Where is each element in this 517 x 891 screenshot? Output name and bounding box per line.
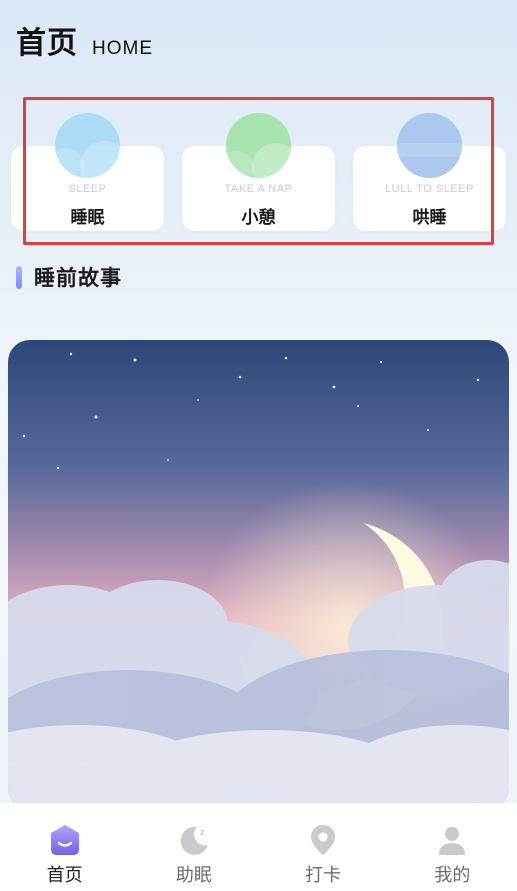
tab-checkin-label: 打卡 — [305, 865, 342, 886]
tab-sleep-aid[interactable]: z 助眠 — [129, 803, 258, 891]
location-pin-icon — [311, 825, 336, 855]
tab-mine[interactable]: 我的 — [388, 803, 517, 891]
story-banner[interactable] — [8, 340, 509, 810]
section-header: 睡前故事 — [16, 262, 122, 292]
page-header: 首页 HOME — [16, 26, 153, 62]
tab-mine-label: 我的 — [434, 865, 471, 886]
night-sky-moon-clouds-image — [8, 340, 509, 810]
highlight-box — [23, 97, 494, 245]
tab-checkin[interactable]: 打卡 — [259, 803, 388, 891]
home-icon — [50, 825, 79, 855]
tab-sleep-aid-label: 助眠 — [175, 865, 212, 886]
svg-text:z: z — [200, 827, 205, 837]
page-subtitle: HOME — [92, 38, 153, 59]
page-title: 首页 — [16, 26, 78, 61]
section-accent-bar — [16, 265, 22, 289]
section-title: 睡前故事 — [34, 266, 122, 290]
tab-home[interactable]: 首页 — [0, 803, 129, 891]
bottom-tab-bar: 首页 z 助眠 打卡 我的 — [0, 803, 517, 891]
moon-sleep-icon: z — [180, 826, 208, 855]
profile-icon — [439, 827, 466, 855]
tab-home-label: 首页 — [46, 865, 83, 886]
